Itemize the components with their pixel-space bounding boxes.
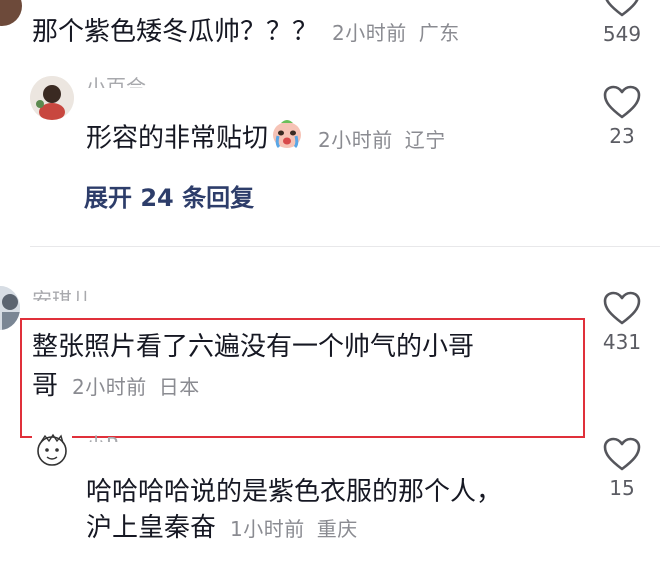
like-button[interactable]: 549: [592, 0, 652, 46]
comment-text-line: 哈哈哈哈说的是紫色衣服的那个人，: [86, 477, 503, 507]
like-count: 15: [609, 476, 635, 500]
avatar-image: [30, 76, 74, 120]
comment-username[interactable]: 小百合: [86, 72, 146, 88]
highlight-box: [20, 318, 585, 438]
comment-meta: 2小时前 辽宁: [318, 128, 446, 152]
expand-replies-button[interactable]: 展开 24 条回复: [84, 178, 254, 213]
like-count: 431: [602, 330, 642, 354]
heart-icon: [603, 85, 641, 119]
like-count: 549: [602, 22, 642, 46]
avatar-image: [37, 433, 67, 466]
comment-body: 形容的非常贴切: [86, 123, 269, 154]
comment-time: 2小时前: [318, 127, 393, 152]
like-count: 23: [609, 124, 635, 148]
heart-icon: [603, 437, 641, 471]
crying-face-emoji: [270, 116, 304, 162]
comment-username[interactable]: 小P: [86, 430, 118, 442]
avatar[interactable]: [30, 76, 74, 120]
heart-icon: [605, 0, 639, 17]
comment-time: 1小时前: [230, 517, 305, 541]
comment-meta: 2小时前 广东: [332, 21, 460, 45]
comment-meta: 1小时前 重庆: [230, 517, 358, 541]
divider: [30, 246, 660, 247]
comment-location: 辽宁: [404, 127, 446, 152]
comment-location: 广东: [418, 21, 460, 45]
avatar-image: [0, 286, 20, 330]
avatar[interactable]: [0, 286, 20, 330]
comment-text: 形容的非常贴切 2小时前 辽宁: [86, 116, 446, 162]
comment-username[interactable]: 安琪儿: [32, 283, 92, 301]
comment-body: 沪上皇秦奋: [86, 513, 217, 543]
comment-text: 那个紫色矮冬瓜帅？？？ 2小时前 广东: [32, 12, 460, 53]
comment-location: 重庆: [316, 517, 358, 541]
comment-text-line: 沪上皇秦奋 1小时前 重庆: [86, 508, 358, 549]
like-button[interactable]: 431: [592, 290, 652, 354]
avatar[interactable]: [0, 0, 22, 26]
avatar[interactable]: [32, 432, 72, 468]
comment-list: 那个紫色矮冬瓜帅？？？ 2小时前 广东 549 小百合 形容的非常贴切 2小时前…: [0, 0, 660, 567]
like-button[interactable]: 23: [592, 84, 652, 148]
heart-icon: [603, 291, 641, 325]
comment-body: 那个紫色矮冬瓜帅？？？: [32, 17, 319, 47]
comment-time: 2小时前: [332, 21, 407, 45]
like-button[interactable]: 15: [592, 436, 652, 500]
